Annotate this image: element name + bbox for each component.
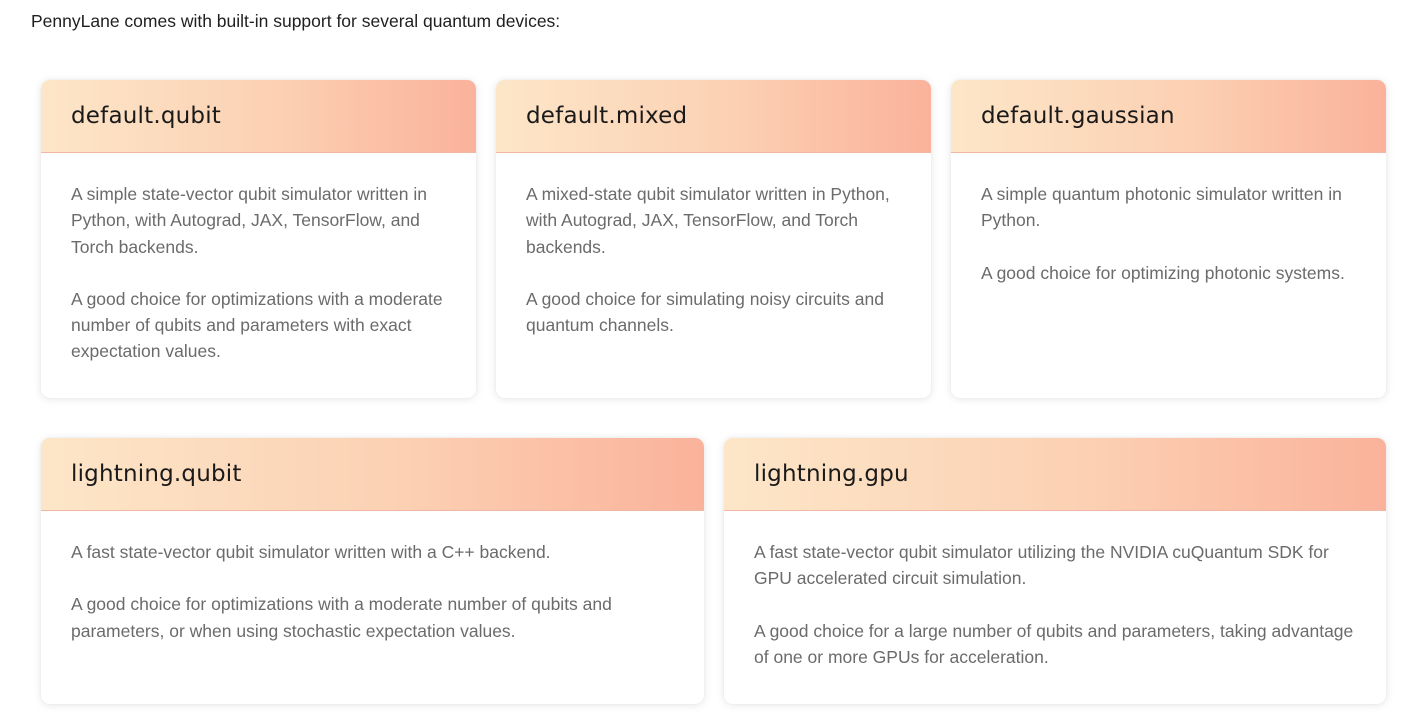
card-description: A simple state-vector qubit simulator wr… — [71, 184, 427, 257]
card-header: lightning.qubit — [41, 438, 704, 511]
card-header: lightning.gpu — [724, 438, 1386, 511]
device-card-default-mixed[interactable]: default.mixed A mixed-state qubit simula… — [496, 80, 931, 398]
card-use-case: A good choice for optimizations with a m… — [71, 594, 612, 641]
device-card-lightning-qubit[interactable]: lightning.qubit A fast state-vector qubi… — [41, 438, 704, 704]
card-title[interactable]: default.gaussian — [981, 103, 1175, 129]
card-description: A fast state-vector qubit simulator util… — [754, 542, 1329, 589]
card-title[interactable]: default.qubit — [71, 103, 221, 129]
card-body: A fast state-vector qubit simulator util… — [724, 511, 1386, 670]
card-body: A simple quantum photonic simulator writ… — [951, 153, 1386, 286]
card-use-case: A good choice for optimizations with a m… — [71, 288, 443, 362]
card-description: A fast state-vector qubit simulator writ… — [71, 542, 551, 562]
device-card-default-gaussian[interactable]: default.gaussian A simple quantum photon… — [951, 80, 1386, 398]
card-title[interactable]: lightning.qubit — [71, 461, 242, 487]
card-header: default.gaussian — [951, 80, 1386, 153]
card-use-case: A good choice for optimizing photonic sy… — [981, 262, 1345, 283]
card-description: A simple quantum photonic simulator writ… — [981, 184, 1342, 231]
intro-text: PennyLane comes with built-in support fo… — [31, 11, 561, 31]
card-body: A simple state-vector qubit simulator wr… — [41, 153, 476, 365]
card-title[interactable]: lightning.gpu — [754, 461, 909, 487]
card-body: A mixed-state qubit simulator written in… — [496, 153, 931, 338]
card-use-case: A good choice for a large number of qubi… — [754, 620, 1354, 667]
device-card-lightning-gpu[interactable]: lightning.gpu A fast state-vector qubit … — [724, 438, 1386, 704]
card-description: A mixed-state qubit simulator written in… — [526, 184, 890, 257]
device-card-default-qubit[interactable]: default.qubit A simple state-vector qubi… — [41, 80, 476, 398]
card-header: default.mixed — [496, 80, 931, 153]
card-body: A fast state-vector qubit simulator writ… — [41, 511, 704, 644]
card-title[interactable]: default.mixed — [526, 103, 687, 129]
card-use-case: A good choice for simulating noisy circu… — [526, 288, 884, 336]
card-header: default.qubit — [41, 80, 476, 153]
